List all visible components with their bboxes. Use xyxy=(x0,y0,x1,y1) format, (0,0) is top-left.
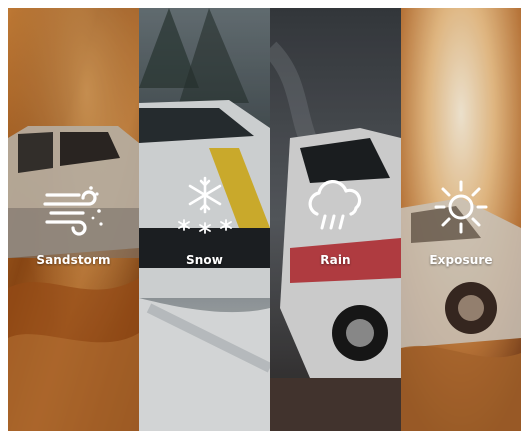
wind-dust-icon xyxy=(39,178,109,236)
tile-label-rain: Rain xyxy=(320,253,351,267)
tile-exposure[interactable]: Exposure xyxy=(401,8,521,431)
tile-sandstorm[interactable]: Sandstorm xyxy=(8,8,139,431)
tile-label-sandstorm: Sandstorm xyxy=(36,253,111,267)
sun-icon xyxy=(426,178,496,236)
tile-rain[interactable]: Rain xyxy=(270,8,401,431)
cloud-rain-icon xyxy=(301,178,371,236)
tile-snow[interactable]: Snow xyxy=(139,8,270,431)
tile-label-exposure: Exposure xyxy=(429,253,493,267)
tile-label-snow: Snow xyxy=(186,253,223,267)
snowflake-icon xyxy=(170,176,240,236)
